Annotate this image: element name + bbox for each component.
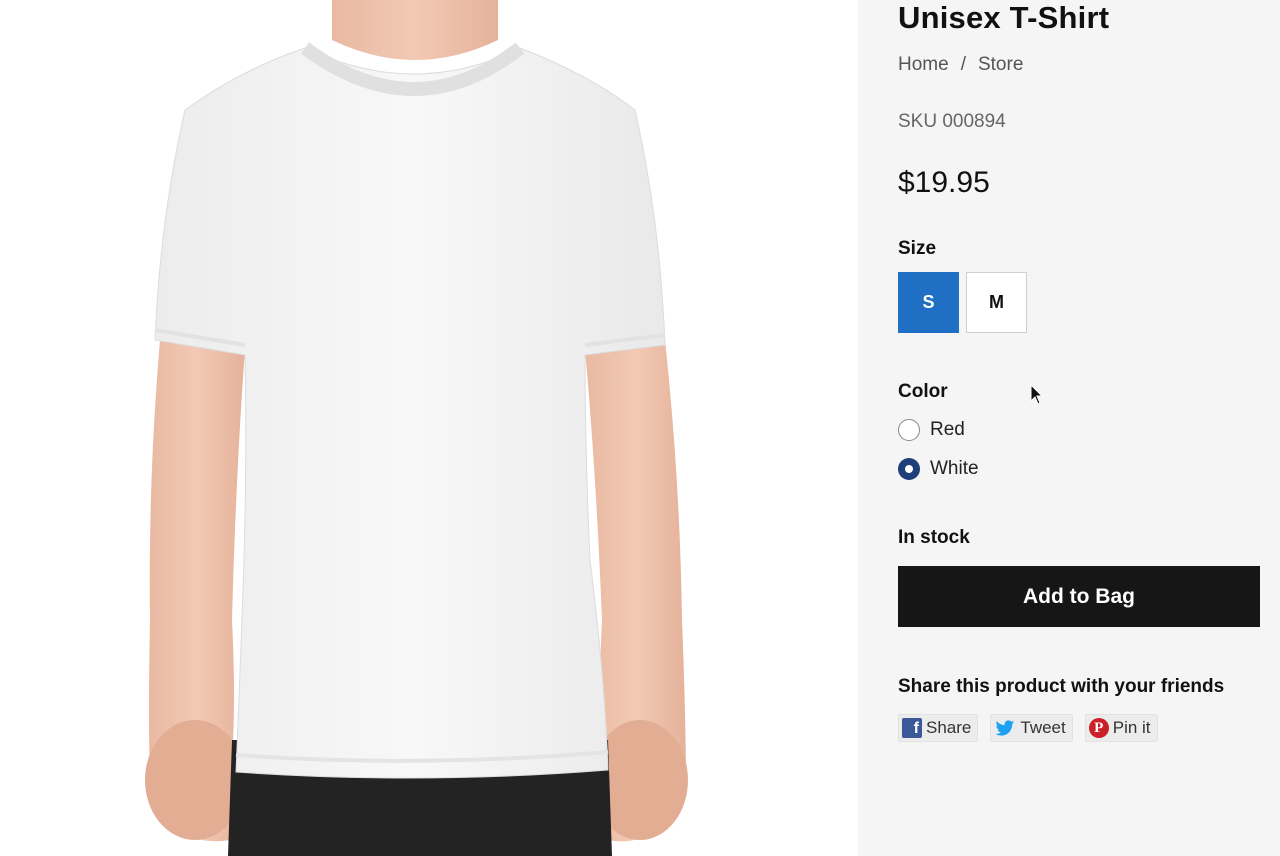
pin-label: Pin it	[1112, 718, 1151, 737]
twitter-tweet-button[interactable]: Tweet	[990, 714, 1073, 742]
color-radio-white[interactable]	[898, 458, 920, 480]
breadcrumb: Home / Store	[898, 54, 1023, 76]
share-label: Share	[926, 718, 972, 737]
product-details-panel: Unisex T-Shirt Home / Store SKU 000894 $…	[858, 0, 1280, 856]
twitter-icon	[994, 718, 1016, 738]
color-radio-red[interactable]	[898, 419, 920, 441]
pinterest-pin-button[interactable]: P Pin it	[1084, 714, 1158, 742]
size-selector: S M	[898, 272, 1027, 333]
facebook-share-button[interactable]: f Share	[898, 714, 979, 742]
pinterest-icon: P	[1088, 718, 1109, 738]
size-option-m[interactable]: M	[966, 272, 1027, 333]
breadcrumb-store-link[interactable]: Store	[978, 54, 1023, 76]
breadcrumb-separator: /	[960, 54, 966, 75]
share-title: Share this product with your friends	[898, 676, 1225, 697]
facebook-icon: f	[902, 718, 922, 738]
color-option-red[interactable]: Red	[898, 419, 965, 441]
tweet-label: Tweet	[1020, 718, 1066, 737]
color-option-white[interactable]: White	[898, 458, 979, 480]
product-title: Unisex T-Shirt	[898, 0, 1110, 35]
product-sku: SKU 000894	[898, 111, 1006, 132]
stock-status: In stock	[898, 527, 970, 548]
product-image	[0, 0, 858, 856]
color-option-label: White	[930, 458, 979, 479]
size-label: Size	[898, 238, 937, 259]
tshirt-model-illustration	[145, 0, 688, 856]
color-label: Color	[898, 381, 948, 402]
color-option-label: Red	[930, 419, 965, 440]
mouse-cursor-icon	[1030, 384, 1044, 405]
share-buttons: f Share Tweet P Pin it	[898, 714, 1158, 742]
size-option-s[interactable]: S	[898, 272, 959, 333]
add-to-bag-button[interactable]: Add to Bag	[898, 566, 1260, 627]
product-price: $19.95	[898, 166, 990, 199]
breadcrumb-home-link[interactable]: Home	[898, 54, 949, 76]
